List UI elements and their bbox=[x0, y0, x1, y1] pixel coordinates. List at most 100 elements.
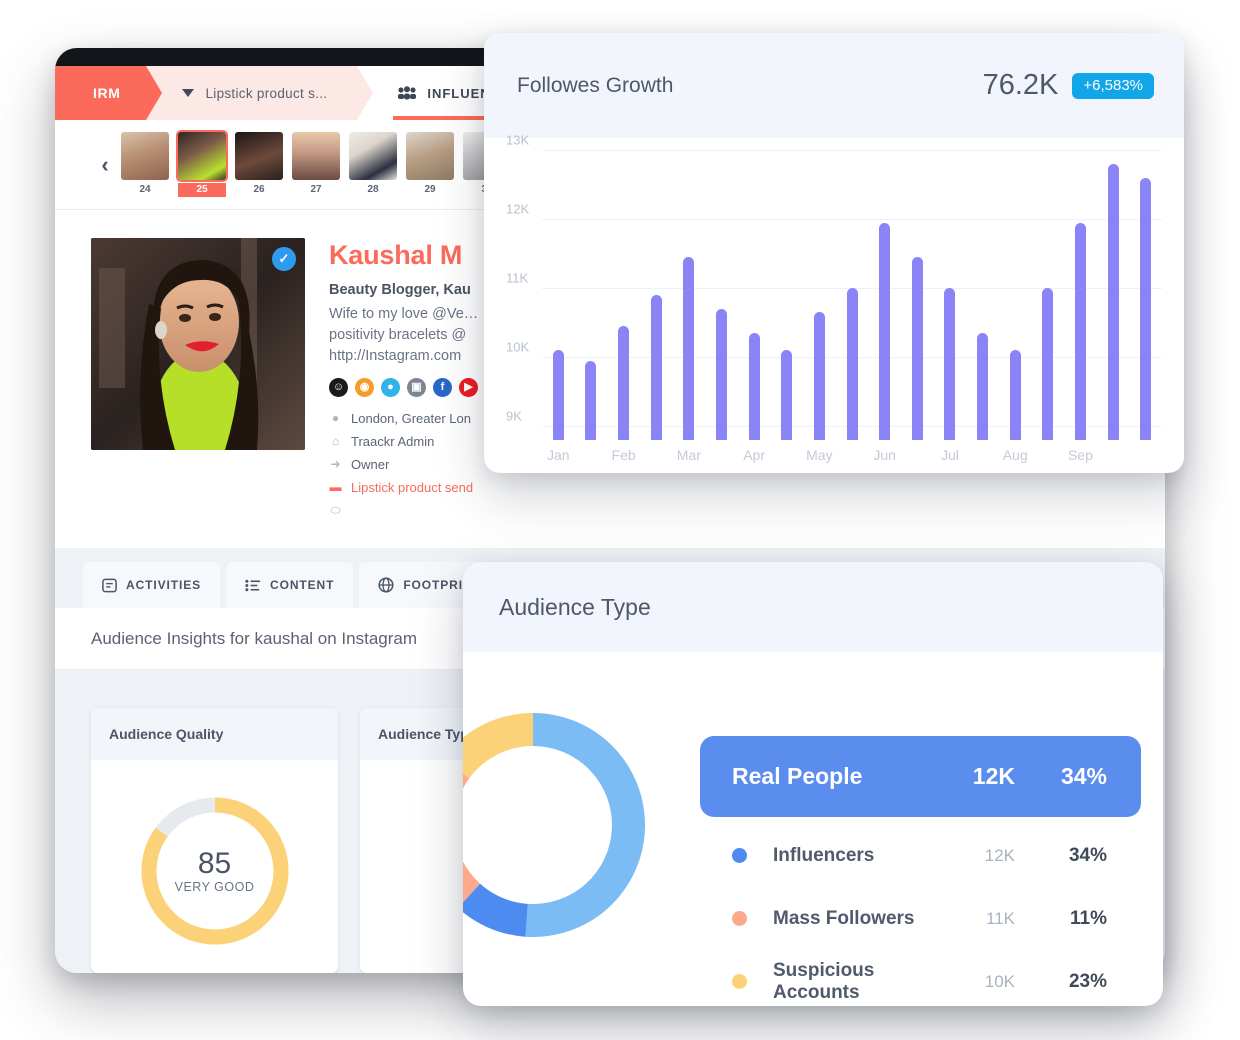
audience-type-card-body: Real People 12K 34% Influencers 12K 34% … bbox=[463, 652, 1163, 1006]
chart-bar bbox=[1009, 350, 1021, 440]
carousel-item[interactable]: 29 bbox=[406, 132, 454, 197]
tab-activities[interactable]: ACTIVITIES bbox=[83, 562, 221, 608]
legend-label: Real People bbox=[732, 763, 863, 789]
carousel-item-label: 27 bbox=[310, 184, 322, 195]
carousel-item-label: 28 bbox=[367, 184, 379, 195]
legend-color-dot bbox=[732, 848, 747, 863]
chevron-down-icon bbox=[182, 89, 195, 97]
donut-segment[interactable] bbox=[525, 713, 645, 937]
legend-item-mass-followers[interactable]: Mass Followers 11K 11% bbox=[700, 894, 1141, 943]
legend-label: Suspicious Accounts bbox=[773, 959, 875, 1003]
legend-count: 12K bbox=[984, 845, 1015, 865]
breadcrumb-item-filter[interactable]: Lipstick product s... bbox=[146, 66, 374, 120]
carousel-item[interactable]: 28 bbox=[349, 132, 397, 197]
carousel-item-label: 29 bbox=[424, 184, 436, 195]
arrow-icon: ➜ bbox=[330, 457, 341, 471]
carousel-item-label: 26 bbox=[253, 184, 265, 195]
audience-type-legend: Real People 12K 34% Influencers 12K 34% … bbox=[700, 736, 1141, 1006]
chart-bar bbox=[618, 326, 630, 440]
social-links: ☺ ◉ ● ▣ f ▶ bbox=[329, 378, 478, 397]
instagram-icon[interactable]: ▣ bbox=[407, 378, 426, 397]
chart-bar bbox=[1042, 288, 1054, 440]
carousel-thumbnail-image bbox=[176, 130, 228, 182]
legend-color-dot bbox=[732, 974, 747, 989]
profile-meta-text: Owner bbox=[351, 457, 390, 472]
legend-item-real-people[interactable]: Real People 12K 34% bbox=[700, 736, 1141, 817]
chart-bar bbox=[683, 257, 695, 440]
chart-bar bbox=[1140, 177, 1152, 440]
profile-meta-location: ● London, Greater Lon bbox=[329, 409, 478, 428]
profile-meta-tags: ⬭ bbox=[329, 501, 478, 520]
profile-bio-line: http://Instagram.com bbox=[329, 348, 462, 364]
chart-y-tick-label: 13K bbox=[506, 132, 530, 148]
legend-label: Influencers bbox=[773, 844, 875, 866]
profile-meta-text: London, Greater Lon bbox=[351, 411, 471, 426]
audience-quality-body: 85 VERY GOOD Quality Audience 663K Avg A… bbox=[91, 760, 338, 973]
carousel-item[interactable]: 26 bbox=[235, 132, 283, 197]
chart-bar bbox=[977, 332, 989, 440]
chart-bar bbox=[585, 360, 597, 440]
followers-growth-value: 76.2K bbox=[982, 69, 1059, 101]
tab-content[interactable]: CONTENT bbox=[226, 562, 354, 608]
audience-quality-panel: Audience Quality 85 VERY GOOD Quality Au… bbox=[91, 708, 338, 973]
carousel-thumbnail-image bbox=[349, 132, 397, 180]
legend-item-suspicious-accounts[interactable]: Suspicious Accounts 10K 23% bbox=[700, 957, 1141, 1006]
youtube-icon[interactable]: ▶ bbox=[459, 378, 478, 397]
donut-segment[interactable] bbox=[463, 713, 533, 779]
page-title: Kaushal M bbox=[329, 240, 463, 270]
chart-x-tick-label: Apr bbox=[743, 447, 765, 463]
audience-quality-gauge: 85 VERY GOOD bbox=[130, 786, 300, 956]
followers-growth-title: Followes Growth bbox=[517, 73, 674, 97]
rss-icon[interactable]: ◉ bbox=[355, 378, 374, 397]
carousel-item-selected[interactable]: 25 bbox=[176, 130, 228, 197]
chart-bar bbox=[552, 350, 564, 440]
folder-icon: ▬ bbox=[329, 480, 342, 494]
profile-meta-text: Lipstick product send bbox=[351, 480, 474, 495]
profile-meta-project-link[interactable]: ▬ Lipstick product send bbox=[329, 478, 478, 497]
audience-type-card: Audience Type Real People 12K 34% Influe… bbox=[463, 562, 1163, 1006]
chart-bar bbox=[781, 350, 793, 440]
chart-bar bbox=[846, 288, 858, 440]
facebook-icon[interactable]: f bbox=[433, 378, 452, 397]
globe-icon bbox=[378, 577, 394, 593]
chart-y-tick-label: 12K bbox=[506, 201, 530, 217]
donut-svg bbox=[463, 713, 645, 937]
chart-x-tick-label: Sep bbox=[1067, 447, 1093, 463]
note-icon bbox=[102, 578, 117, 592]
people-icon bbox=[398, 86, 417, 100]
chart-bar bbox=[944, 288, 956, 440]
followers-growth-delta-badge: +6,583% bbox=[1072, 72, 1154, 99]
chart-x-tick-label: Jan bbox=[547, 447, 570, 463]
breadcrumb-filter-label: Lipstick product s... bbox=[205, 85, 328, 101]
profile-meta-text: Traackr Admin bbox=[351, 434, 435, 449]
audience-quality-score: 85 bbox=[197, 847, 232, 880]
donut-segment[interactable] bbox=[463, 758, 481, 909]
carousel-prev-button[interactable]: ‹ bbox=[89, 153, 121, 176]
chart-y-tick-label: 9K bbox=[506, 408, 522, 424]
profile-bio-line: Wife to my love @Ve… bbox=[329, 306, 479, 322]
audience-quality-score-label: VERY GOOD bbox=[174, 880, 255, 894]
list-icon bbox=[245, 579, 261, 591]
chart-bar bbox=[879, 222, 891, 440]
profile-meta-owner: ➜ Owner bbox=[329, 455, 478, 474]
avatar-photo bbox=[91, 238, 305, 450]
legend-item-influencers[interactable]: Influencers 12K 34% bbox=[700, 831, 1141, 880]
chart-x-tick-label: Mar bbox=[676, 447, 701, 463]
audience-type-donut-chart bbox=[463, 680, 678, 970]
tab-label: CONTENT bbox=[270, 578, 335, 592]
chart-bar bbox=[813, 312, 825, 440]
legend-color-dot bbox=[732, 911, 747, 926]
chart-bar bbox=[1074, 222, 1086, 440]
legend-pct: 11% bbox=[1070, 907, 1107, 929]
carousel-item[interactable]: 24 bbox=[121, 132, 169, 197]
twitter-icon[interactable]: ● bbox=[381, 378, 400, 397]
chart-x-tick-label: Aug bbox=[1002, 447, 1028, 463]
followers-growth-card: Followes Growth 76.2K +6,583% 9K 10K 11K 12… bbox=[484, 33, 1184, 473]
breadcrumb-irm-label: IRM bbox=[93, 85, 121, 101]
audience-type-card-header: Audience Type bbox=[463, 562, 1163, 652]
breadcrumb-item-irm[interactable]: IRM bbox=[55, 66, 164, 120]
followers-growth-metrics: 76.2K +6,583% bbox=[983, 69, 1154, 102]
chart-y-tick-label: 10K bbox=[506, 339, 530, 355]
carousel-item[interactable]: 27 bbox=[292, 132, 340, 197]
snapchat-icon[interactable]: ☺ bbox=[329, 378, 348, 397]
